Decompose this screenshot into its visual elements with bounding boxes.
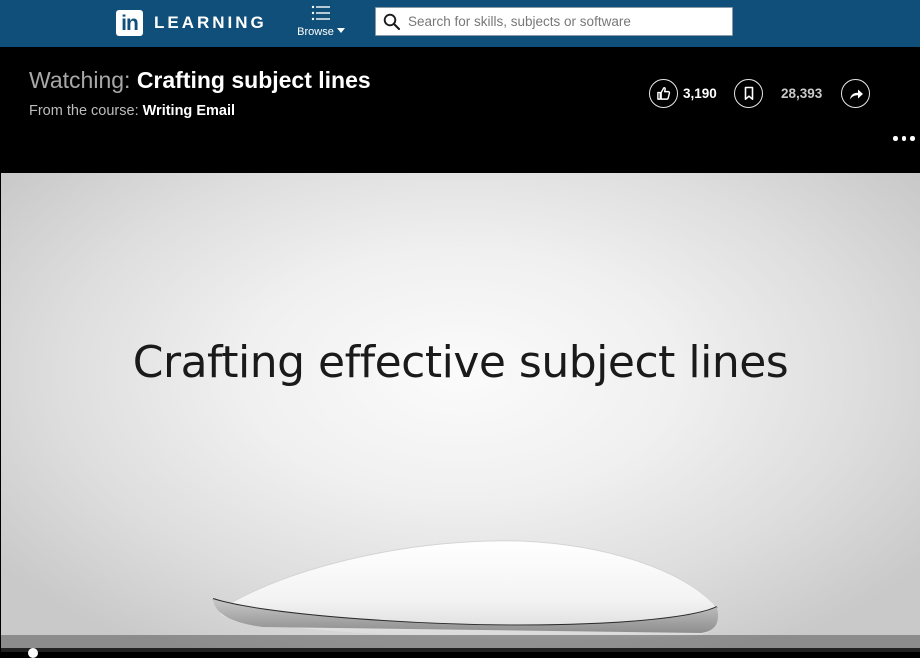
watching-prefix: Watching: [29, 67, 131, 93]
more-dot [893, 136, 898, 141]
course-link[interactable]: Writing Email [143, 103, 235, 119]
page-title: Watching: Crafting subject lines [29, 67, 371, 94]
browse-menu-button[interactable]: Browse [294, 4, 348, 44]
course-line: From the course: Writing Email [29, 103, 235, 119]
course-prefix: From the course: [29, 103, 139, 119]
video-header: Watching: Crafting subject lines From th… [0, 47, 920, 173]
search-box[interactable] [375, 7, 733, 36]
chevron-down-icon [336, 28, 345, 34]
search-icon[interactable] [383, 13, 401, 31]
magic-mouse-image [1, 540, 920, 652]
like-button[interactable] [649, 79, 678, 108]
linkedin-learning-logo[interactable]: in LEARNING [116, 10, 267, 36]
browse-list-icon [311, 5, 330, 21]
video-player[interactable]: Crafting effective subject lines [1, 173, 920, 652]
thumbs-up-icon [657, 87, 671, 100]
save-button[interactable] [734, 79, 763, 108]
more-dot [910, 136, 915, 141]
linkedin-logo-icon: in [116, 10, 143, 36]
logo-wordmark: LEARNING [154, 13, 267, 32]
search-input[interactable] [408, 11, 724, 32]
like-count: 3,190 [683, 86, 717, 101]
browse-label: Browse [297, 26, 334, 38]
save-count: 28,393 [781, 86, 823, 101]
progress-scrubber[interactable] [28, 648, 38, 658]
bookmark-icon [744, 86, 753, 100]
video-title: Crafting subject lines [136, 67, 371, 93]
more-dot [901, 136, 906, 141]
video-progress-bar[interactable] [1, 648, 920, 652]
share-button[interactable] [841, 79, 870, 108]
share-icon [849, 89, 863, 99]
top-nav-bar: in LEARNING Browse [0, 0, 920, 47]
more-icon[interactable] [893, 136, 915, 141]
